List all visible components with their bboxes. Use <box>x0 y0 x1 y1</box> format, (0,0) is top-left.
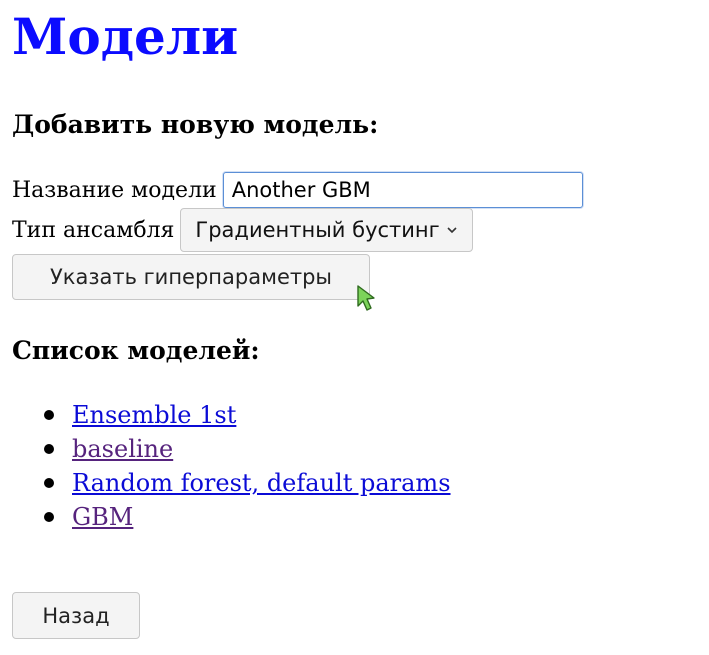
bullet-icon <box>44 444 54 454</box>
model-list-item: Ensemble 1st <box>44 398 451 432</box>
model-name-input[interactable] <box>222 172 583 208</box>
model-list-item: GBM <box>44 500 451 534</box>
page-title: Модели <box>12 7 239 66</box>
bullet-icon <box>44 478 54 488</box>
model-link-gbm[interactable]: GBM <box>72 503 133 531</box>
model-list-item: baseline <box>44 432 451 466</box>
add-model-heading: Добавить новую модель: <box>12 110 379 139</box>
model-list-heading: Список моделей: <box>12 336 260 365</box>
model-list-item: Random forest, default params <box>44 466 451 500</box>
page: Модели Добавить новую модель: Название м… <box>0 0 709 655</box>
bullet-icon <box>44 512 54 522</box>
model-name-label: Название модели <box>12 177 217 203</box>
bullet-icon <box>44 410 54 420</box>
set-hyperparameters-label: Указать гиперпараметры <box>49 265 333 289</box>
ensemble-type-selected-value: Градиентный бустинг <box>195 218 440 242</box>
model-link-random-forest[interactable]: Random forest, default params <box>72 469 451 497</box>
model-link-baseline[interactable]: baseline <box>72 435 173 463</box>
set-hyperparameters-button[interactable]: Указать гиперпараметры <box>12 254 370 300</box>
model-name-row: Название модели <box>12 170 583 210</box>
ensemble-type-label: Тип ансамбля <box>12 217 175 243</box>
chevron-down-icon <box>447 227 457 234</box>
model-link-ensemble-1st[interactable]: Ensemble 1st <box>72 401 236 429</box>
back-button-label: Назад <box>42 603 110 628</box>
ensemble-type-select[interactable]: Градиентный бустинг <box>180 208 473 252</box>
ensemble-type-row: Тип ансамбля Градиентный бустинг <box>12 208 473 252</box>
back-button[interactable]: Назад <box>12 592 140 639</box>
mouse-cursor-icon <box>357 285 375 311</box>
model-list: Ensemble 1st baseline Random forest, def… <box>44 398 451 534</box>
